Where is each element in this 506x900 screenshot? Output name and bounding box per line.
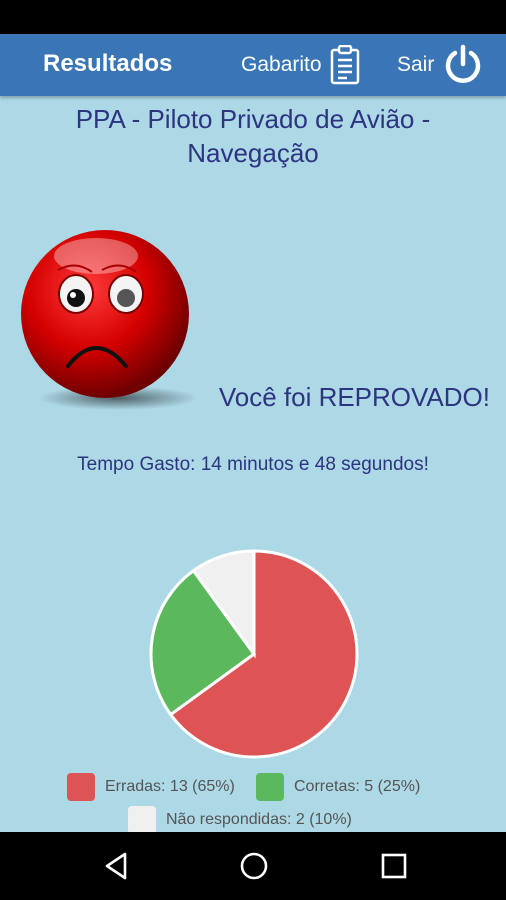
legend-item-nao-respondidas: Não respondidas: 2 (10%)	[128, 806, 352, 834]
legend-label-corretas: Corretas: 5 (25%)	[294, 778, 421, 795]
gabarito-button[interactable]: Gabarito	[241, 44, 360, 86]
clipboard-icon	[330, 45, 360, 85]
legend-swatch-corretas	[256, 773, 284, 801]
quiz-title: PPA - Piloto Privado de Avião - Navegaçã…	[75, 104, 431, 168]
navigation-bar	[0, 832, 506, 900]
time-spent: Tempo Gasto: 14 minutos e 48 segundos!	[77, 454, 429, 475]
recents-icon[interactable]	[377, 849, 411, 888]
power-icon	[442, 44, 484, 86]
result-message: Você foi REPROVADO!	[218, 382, 490, 412]
legend-label-erradas: Erradas: 13 (65%)	[105, 778, 235, 795]
legend-item-corretas: Corretas: 5 (25%)	[256, 773, 420, 801]
home-icon[interactable]	[237, 849, 271, 888]
results-pie-chart	[149, 549, 359, 759]
status-bar	[0, 0, 506, 34]
page-title: Resultados	[43, 50, 173, 77]
app-bar: Resultados Gabarito Sair	[0, 34, 506, 96]
legend-label-nao-respondidas: Não respondidas: 2 (10%)	[166, 811, 352, 828]
legend-swatch-erradas	[67, 773, 95, 801]
gabarito-label: Gabarito	[241, 53, 322, 76]
legend-item-erradas: Erradas: 13 (65%)	[67, 773, 235, 801]
sair-label: Sair	[397, 53, 435, 76]
legend-swatch-nao-respondidas	[128, 806, 156, 834]
sair-button[interactable]: Sair	[397, 44, 484, 86]
back-icon[interactable]	[99, 849, 133, 888]
